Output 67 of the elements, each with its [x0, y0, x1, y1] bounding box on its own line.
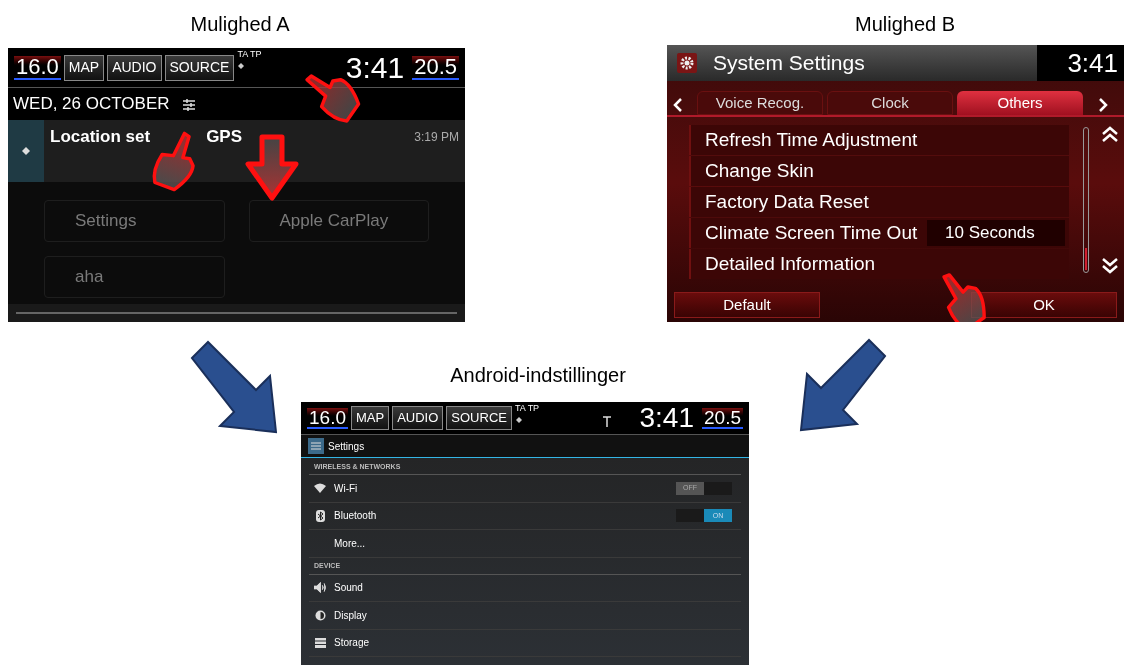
app-tile[interactable]: Settings — [44, 200, 225, 242]
storage-icon — [314, 637, 326, 648]
arrow-icon — [244, 134, 300, 202]
scroll-bar[interactable] — [1083, 127, 1089, 273]
setting-value: 10 Seconds — [927, 220, 1065, 246]
caption: Mulighed A — [189, 12, 291, 37]
temperature-reading: 16.0 — [14, 55, 61, 80]
double-chevron-down-icon[interactable] — [1101, 257, 1119, 275]
tab[interactable]: Others — [957, 91, 1083, 115]
caption: Mulighed B — [853, 12, 957, 37]
setting-label: Wi-Fi — [334, 481, 358, 496]
screen-title: System Settings — [713, 50, 866, 77]
setting-label: Bluetooth — [334, 509, 377, 524]
notification-title: GPS — [206, 126, 243, 148]
wifi-icon — [314, 483, 326, 494]
brightness-icon — [314, 609, 326, 621]
clock: 3:41 — [1037, 45, 1124, 81]
chevron-right-icon — [1098, 97, 1108, 113]
setting-label: More... — [334, 536, 366, 551]
temperature-reading: 16.0 — [307, 407, 348, 429]
settings-row[interactable]: Detailed Information — [689, 249, 1069, 279]
dialog-button[interactable]: Default — [674, 292, 820, 318]
speaker-icon — [314, 582, 326, 594]
settings-row[interactable]: Factory Data Reset — [689, 187, 1069, 217]
settings-row[interactable]: Change Skin — [689, 156, 1069, 186]
setting-label: Storage — [334, 636, 370, 651]
notification-card[interactable]: Location set GPS 3:19 PM — [8, 120, 465, 182]
top-menu-button[interactable]: SOURCE — [164, 54, 235, 81]
setting-label: Detailed Information — [705, 251, 876, 276]
settings-row[interactable]: Refresh Time Adjustment — [689, 125, 1069, 155]
notification-time: 3:19 PM — [414, 129, 460, 146]
traffic-indicator: TA TP — [237, 50, 262, 59]
setting-label: Factory Data Reset — [705, 189, 869, 214]
setting-label: Refresh Time Adjustment — [705, 127, 918, 152]
settings-row[interactable]: Display — [309, 602, 741, 630]
chevron-left-icon — [673, 97, 683, 113]
top-menu-button[interactable]: MAP — [63, 54, 105, 81]
top-menu-button[interactable]: MAP — [351, 406, 390, 430]
setting-label: Display — [334, 608, 367, 623]
temperature-reading: 20.5 — [702, 407, 743, 429]
clock: 3:41 — [345, 52, 405, 83]
bluetooth-icon — [315, 509, 325, 522]
settings-row[interactable]: Climate Screen Time Out 10 Seconds — [689, 218, 1069, 248]
setting-label: Change Skin — [705, 158, 814, 183]
settings-row[interactable]: Storage — [309, 629, 741, 657]
app-title: Settings — [328, 439, 365, 454]
settings-row[interactable]: More... — [309, 530, 741, 558]
clock: 3:41 — [639, 404, 694, 432]
top-menu-button[interactable]: SOURCE — [446, 406, 512, 430]
caption: Android-indstillinger — [449, 363, 627, 388]
settings-row[interactable]: Sound — [309, 574, 741, 602]
setting-label: Climate Screen Time Out — [705, 220, 918, 245]
date-text: WED, 26 OCTOBER — [13, 93, 170, 116]
temperature-reading: 20.5 — [412, 55, 459, 80]
gear-icon — [677, 53, 697, 73]
setting-label: Sound — [334, 581, 363, 596]
sliders-icon — [181, 97, 196, 111]
app-tile[interactable]: Apple CarPlay — [248, 200, 429, 242]
tab[interactable]: Clock — [827, 91, 953, 115]
app-tile[interactable]: aha — [44, 256, 225, 298]
top-menu-button[interactable]: AUDIO — [392, 406, 444, 430]
top-menu-button[interactable]: AUDIO — [107, 54, 162, 81]
notification-title: Location set — [50, 126, 151, 148]
double-chevron-up-icon[interactable] — [1101, 125, 1119, 143]
traffic-indicator: TA TP — [514, 404, 540, 413]
settings-app-icon — [308, 438, 324, 454]
tab[interactable]: Voice Recog. — [697, 91, 823, 115]
